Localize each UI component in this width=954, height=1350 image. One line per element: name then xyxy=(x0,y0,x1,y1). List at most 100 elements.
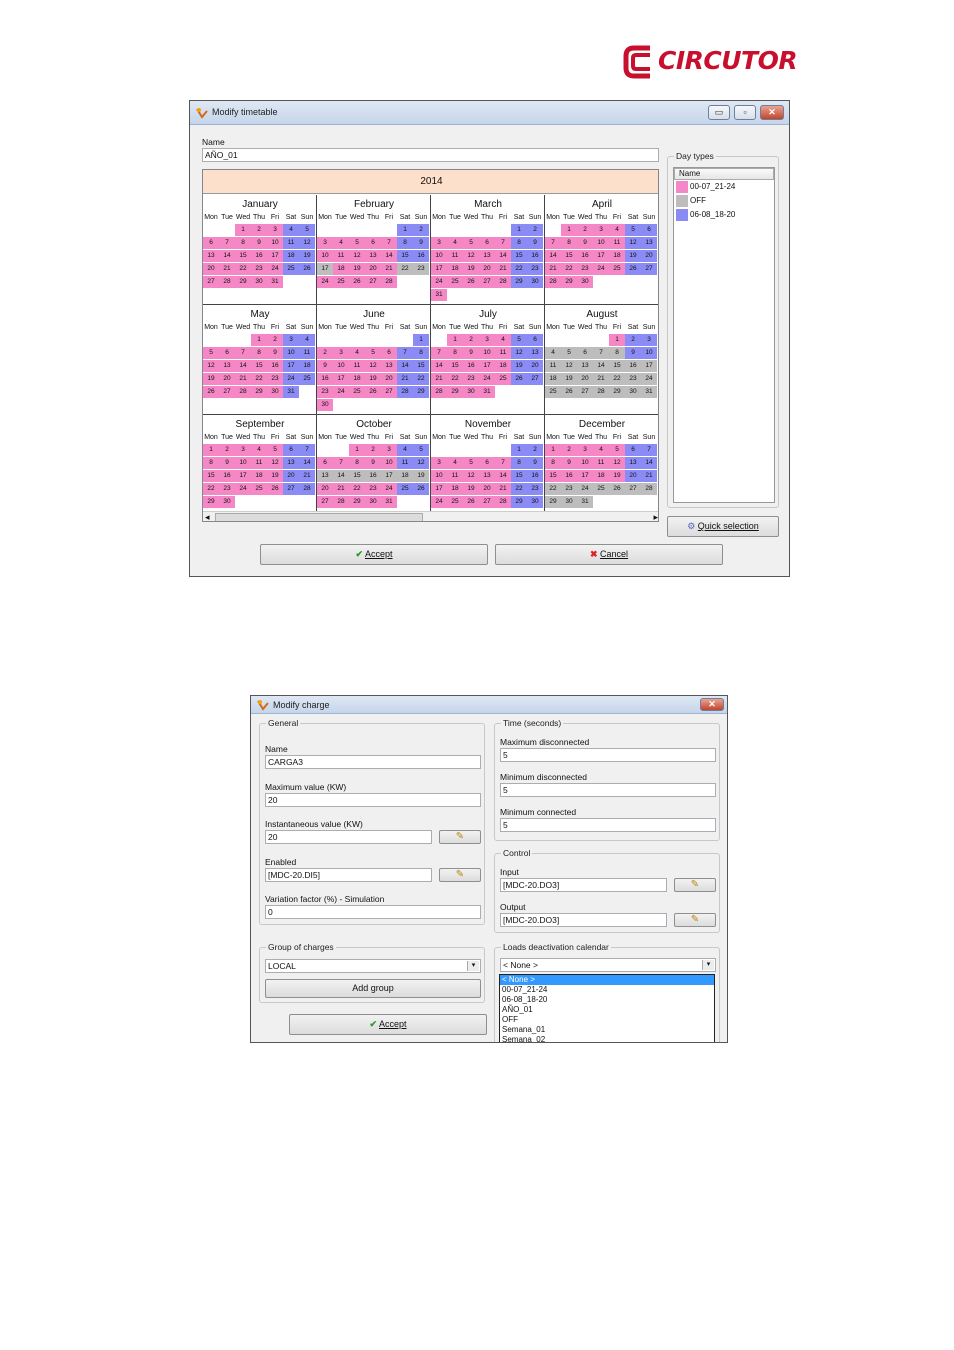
day-cell[interactable]: 17 xyxy=(479,360,495,372)
day-cell[interactable]: 8 xyxy=(251,347,267,359)
day-cell[interactable]: 21 xyxy=(219,263,235,275)
day-cell[interactable]: 1 xyxy=(511,224,527,236)
day-cell[interactable]: 1 xyxy=(413,334,429,346)
day-cell[interactable]: 15 xyxy=(511,250,527,262)
day-cell[interactable]: 2 xyxy=(561,444,577,456)
day-cell[interactable]: 15 xyxy=(235,250,251,262)
day-cell[interactable]: 25 xyxy=(447,276,463,288)
minimize-button[interactable]: ▭ xyxy=(708,105,730,120)
day-cell[interactable]: 12 xyxy=(609,457,625,469)
day-cell[interactable]: 9 xyxy=(413,237,429,249)
day-cell[interactable]: 21 xyxy=(397,373,413,385)
day-cell[interactable]: 18 xyxy=(495,360,511,372)
name-input[interactable]: CARGA3 xyxy=(265,755,481,769)
day-cell[interactable]: 24 xyxy=(333,386,349,398)
day-cell[interactable]: 17 xyxy=(283,360,299,372)
day-cell[interactable]: 22 xyxy=(447,373,463,385)
day-cell[interactable]: 27 xyxy=(219,386,235,398)
day-cell[interactable]: 27 xyxy=(365,276,381,288)
day-cell[interactable]: 5 xyxy=(609,444,625,456)
day-cell[interactable]: 6 xyxy=(479,457,495,469)
day-cell[interactable]: 7 xyxy=(495,237,511,249)
day-cell[interactable]: 11 xyxy=(609,237,625,249)
close-button[interactable]: ✕ xyxy=(700,698,724,711)
day-cell[interactable]: 4 xyxy=(349,347,365,359)
day-cell[interactable]: 2 xyxy=(251,224,267,236)
day-cell[interactable]: 8 xyxy=(561,237,577,249)
day-cell[interactable]: 16 xyxy=(267,360,283,372)
cancel-button[interactable]: ✖ Cancel xyxy=(495,544,723,565)
day-cell[interactable]: 9 xyxy=(577,237,593,249)
day-cell[interactable]: 8 xyxy=(511,457,527,469)
day-cell[interactable]: 23 xyxy=(561,483,577,495)
day-cell[interactable]: 30 xyxy=(561,496,577,508)
day-cell[interactable]: 21 xyxy=(299,470,315,482)
day-cell[interactable]: 12 xyxy=(203,360,219,372)
day-cell[interactable]: 7 xyxy=(235,347,251,359)
day-cell[interactable]: 20 xyxy=(479,263,495,275)
day-cell[interactable]: 20 xyxy=(381,373,397,385)
day-cell[interactable]: 8 xyxy=(447,347,463,359)
day-cell[interactable]: 23 xyxy=(317,386,333,398)
day-cell[interactable]: 6 xyxy=(577,347,593,359)
day-cell[interactable]: 7 xyxy=(593,347,609,359)
day-cell[interactable]: 14 xyxy=(495,250,511,262)
day-cell[interactable]: 14 xyxy=(333,470,349,482)
day-cell[interactable]: 14 xyxy=(219,250,235,262)
day-cell[interactable]: 25 xyxy=(447,496,463,508)
day-cell[interactable]: 27 xyxy=(479,496,495,508)
day-cell[interactable]: 29 xyxy=(545,496,561,508)
day-cell[interactable]: 11 xyxy=(333,250,349,262)
day-cell[interactable]: 16 xyxy=(577,250,593,262)
day-cell[interactable]: 2 xyxy=(527,224,543,236)
day-cell[interactable]: 29 xyxy=(413,386,429,398)
chevron-down-icon[interactable]: ▾ xyxy=(467,961,479,971)
day-cell[interactable]: 17 xyxy=(577,470,593,482)
day-cell[interactable]: 25 xyxy=(609,263,625,275)
day-cell[interactable]: 3 xyxy=(577,444,593,456)
day-cell[interactable]: 4 xyxy=(447,457,463,469)
day-cell[interactable]: 27 xyxy=(203,276,219,288)
day-cell[interactable]: 6 xyxy=(527,334,543,346)
day-cell[interactable]: 28 xyxy=(495,496,511,508)
day-cell[interactable]: 26 xyxy=(511,373,527,385)
day-cell[interactable]: 4 xyxy=(397,444,413,456)
day-cell[interactable]: 12 xyxy=(349,250,365,262)
day-cell[interactable]: 25 xyxy=(495,373,511,385)
day-cell[interactable]: 29 xyxy=(235,276,251,288)
day-cell[interactable]: 3 xyxy=(431,457,447,469)
day-cell[interactable]: 12 xyxy=(511,347,527,359)
day-cell[interactable]: 10 xyxy=(317,250,333,262)
day-cell[interactable]: 25 xyxy=(397,483,413,495)
day-cell[interactable]: 17 xyxy=(235,470,251,482)
day-cell[interactable]: 14 xyxy=(235,360,251,372)
day-cell[interactable]: 13 xyxy=(641,237,657,249)
day-cell[interactable]: 24 xyxy=(317,276,333,288)
day-cell[interactable]: 10 xyxy=(593,237,609,249)
scroll-left-arrow[interactable]: ◂ xyxy=(205,512,210,521)
day-cell[interactable]: 24 xyxy=(283,373,299,385)
day-cell[interactable]: 13 xyxy=(479,470,495,482)
day-cell[interactable]: 16 xyxy=(463,360,479,372)
day-cell[interactable]: 8 xyxy=(511,237,527,249)
day-cell[interactable]: 11 xyxy=(545,360,561,372)
day-cell[interactable]: 8 xyxy=(235,237,251,249)
day-cell[interactable]: 1 xyxy=(203,444,219,456)
day-cell[interactable]: 2 xyxy=(317,347,333,359)
min-disconnected-input[interactable]: 5 xyxy=(500,783,716,797)
day-cell[interactable]: 10 xyxy=(333,360,349,372)
day-cell[interactable]: 28 xyxy=(381,276,397,288)
day-cell[interactable]: 12 xyxy=(365,360,381,372)
day-cell[interactable]: 24 xyxy=(267,263,283,275)
day-cell[interactable]: 9 xyxy=(527,457,543,469)
day-cell[interactable]: 20 xyxy=(219,373,235,385)
day-cell[interactable]: 20 xyxy=(527,360,543,372)
calendar-dropdown-list[interactable]: < None >00-07_21-24 06-08_18-20 AÑO_01 OFF S… xyxy=(499,974,715,1042)
day-cell[interactable]: 9 xyxy=(267,347,283,359)
day-cell[interactable]: 28 xyxy=(593,386,609,398)
day-cell[interactable]: 14 xyxy=(381,250,397,262)
day-cell[interactable]: 4 xyxy=(495,334,511,346)
day-cell[interactable]: 24 xyxy=(381,483,397,495)
day-cell[interactable]: 18 xyxy=(593,470,609,482)
day-cell[interactable]: 23 xyxy=(463,373,479,385)
